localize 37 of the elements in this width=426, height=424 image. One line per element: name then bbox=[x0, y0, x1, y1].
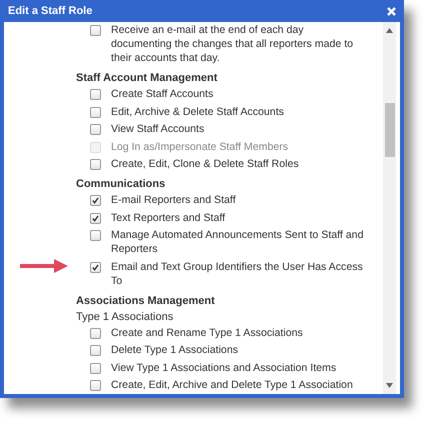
checkbox-label: Email and Text Group Identifiers the User Has Access To bbox=[111, 260, 364, 288]
checkbox-label: E-mail Reporters and Staff bbox=[111, 193, 237, 208]
scroll-thumb[interactable] bbox=[384, 103, 394, 157]
scroll-up-icon[interactable] bbox=[386, 28, 393, 33]
subsection-heading: Type 1 Associations bbox=[76, 310, 174, 324]
section-heading: Communications bbox=[76, 177, 166, 192]
checkbox-label: Text Reporters and Staff bbox=[111, 210, 226, 225]
checkbox-label: Manage Automated Announcements Sent to Staff and Reporters bbox=[111, 228, 364, 256]
checkbox[interactable] bbox=[90, 106, 101, 118]
checkbox[interactable] bbox=[90, 380, 101, 392]
scrollbar[interactable] bbox=[383, 22, 396, 394]
checkbox[interactable] bbox=[90, 328, 101, 339]
checkbox-label: Create Staff Accounts bbox=[111, 87, 214, 102]
checkbox[interactable] bbox=[90, 262, 101, 273]
checkbox[interactable] bbox=[90, 124, 101, 136]
checkbox-label: Create, Edit, Clone & Delete Staff Roles bbox=[111, 156, 300, 171]
checkbox-label: View Type 1 Associations and Association Items bbox=[111, 360, 338, 375]
checkbox-label: Edit, Archive & Delete Staff Accounts bbox=[111, 104, 285, 119]
section-heading: Staff Account Management bbox=[76, 71, 218, 86]
checkbox-label: Create, Edit, Archive and Delete Type 1 Association bbox=[111, 378, 354, 392]
checkbox-label: Create and Rename Type 1 Associations bbox=[111, 326, 304, 340]
checkbox-label: Delete Type 1 Associations bbox=[111, 343, 240, 358]
scroll-down-icon[interactable] bbox=[386, 383, 393, 388]
checkbox[interactable] bbox=[90, 195, 101, 206]
checkbox[interactable] bbox=[90, 158, 101, 170]
close-icon[interactable] bbox=[387, 6, 396, 16]
section-heading: Associations Management bbox=[76, 294, 216, 308]
checkbox[interactable] bbox=[90, 212, 101, 224]
checkbox-label: View Staff Accounts bbox=[111, 122, 206, 136]
checkbox[interactable] bbox=[90, 25, 101, 36]
checkbox[interactable] bbox=[90, 345, 101, 356]
checkbox-label: Receive an e-mail at the end of each day documenting the changes that all reporters made to their accounts that day. bbox=[111, 23, 354, 65]
checkbox-label: Log In as/Impersonate Staff Members bbox=[111, 140, 290, 154]
checkbox[interactable] bbox=[90, 89, 101, 100]
checkbox[interactable] bbox=[90, 362, 101, 374]
window-title: Edit a Staff Role bbox=[8, 5, 92, 17]
checkbox[interactable] bbox=[90, 230, 101, 242]
